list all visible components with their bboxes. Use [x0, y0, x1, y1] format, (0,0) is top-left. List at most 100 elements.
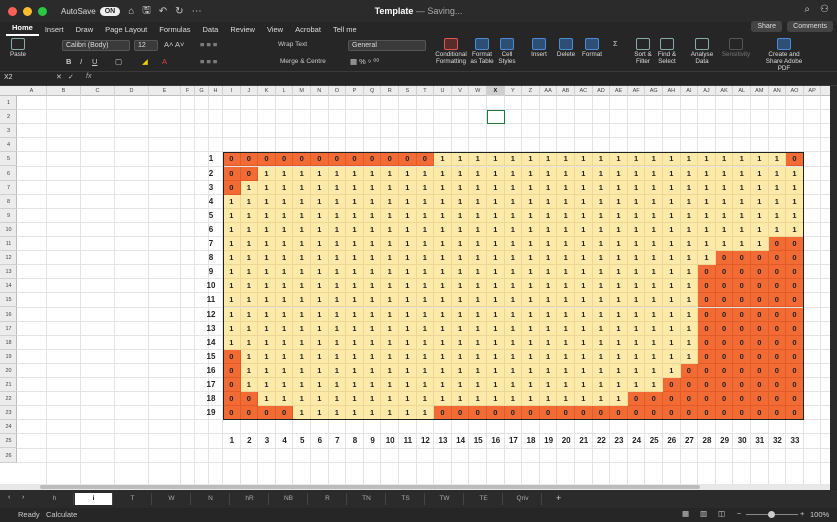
matrix-cell[interactable]: 0 [328, 152, 347, 167]
matrix-cell[interactable]: 1 [645, 307, 663, 322]
matrix-cell[interactable]: 1 [592, 378, 611, 393]
matrix-cell[interactable]: 1 [751, 194, 769, 209]
matrix-cell[interactable]: 1 [522, 307, 540, 322]
matrix-cell[interactable]: 1 [363, 279, 382, 294]
format-as-table-button[interactable]: Format as Table [468, 38, 496, 65]
matrix-cell[interactable]: 1 [645, 349, 663, 364]
matrix-cell[interactable]: 1 [328, 180, 347, 195]
matrix-cell[interactable]: 1 [539, 349, 558, 364]
matrix-cell[interactable]: 0 [680, 363, 699, 378]
row-header-9[interactable]: 9 [0, 209, 17, 223]
matrix-cell[interactable]: 1 [487, 279, 505, 294]
matrix-cell[interactable]: 1 [680, 349, 699, 364]
matrix-cell[interactable]: 1 [557, 166, 575, 181]
matrix-cell[interactable]: 1 [258, 194, 276, 209]
sheet-tab-h[interactable]: h [36, 493, 74, 505]
formula-input[interactable] [100, 74, 825, 84]
matrix-cell[interactable]: 0 [733, 406, 751, 421]
matrix-cell[interactable]: 0 [715, 335, 734, 350]
row-header-8[interactable]: 8 [0, 195, 17, 209]
column-header-AK[interactable]: AK [716, 86, 734, 96]
matrix-cell[interactable]: 0 [645, 406, 663, 421]
matrix-cell[interactable]: 1 [539, 251, 558, 266]
matrix-cell[interactable]: 1 [240, 307, 259, 322]
matrix-cell[interactable]: 1 [487, 152, 505, 167]
column-header-AB[interactable]: AB [557, 86, 575, 96]
matrix-cell[interactable]: 1 [399, 392, 417, 407]
matrix-cell[interactable]: 1 [434, 251, 452, 266]
matrix-cell[interactable]: 1 [680, 307, 699, 322]
matrix-cell[interactable]: 1 [627, 321, 646, 336]
matrix-cell[interactable]: 0 [715, 406, 734, 421]
column-header-AH[interactable]: AH [663, 86, 681, 96]
matrix-cell[interactable]: 0 [680, 406, 699, 421]
matrix-cell[interactable]: 1 [680, 194, 699, 209]
matrix-cell[interactable]: 0 [768, 335, 787, 350]
search-icon[interactable]: ⌕ [804, 4, 810, 15]
font-color-icon[interactable]: A [162, 57, 167, 66]
matrix-cell[interactable]: 0 [223, 180, 241, 195]
matrix-cell[interactable]: 0 [768, 363, 787, 378]
matrix-cell[interactable]: 1 [469, 208, 487, 223]
matrix-cell[interactable]: 1 [434, 307, 452, 322]
matrix-cell[interactable]: 1 [363, 194, 382, 209]
matrix-cell[interactable]: 0 [627, 392, 646, 407]
matrix-cell[interactable]: 1 [645, 166, 663, 181]
matrix-cell[interactable]: 0 [786, 349, 804, 364]
matrix-cell[interactable]: 1 [698, 237, 716, 252]
matrix-cell[interactable]: 1 [416, 166, 435, 181]
column-header-AE[interactable]: AE [610, 86, 628, 96]
matrix-cell[interactable]: 1 [698, 222, 716, 237]
matrix-cell[interactable]: 1 [557, 251, 575, 266]
column-header-F[interactable]: F [181, 86, 195, 96]
matrix-cell[interactable]: 0 [786, 152, 804, 167]
merge-centre-button[interactable]: Merge & Centre [280, 58, 326, 65]
matrix-cell[interactable]: 1 [522, 208, 540, 223]
matrix-cell[interactable]: 1 [645, 279, 663, 294]
matrix-cell[interactable]: 1 [592, 392, 611, 407]
matrix-cell[interactable]: 1 [575, 180, 593, 195]
matrix-cell[interactable]: 1 [522, 194, 540, 209]
matrix-cell[interactable]: 1 [469, 335, 487, 350]
matrix-cell[interactable]: 1 [399, 265, 417, 280]
matrix-cell[interactable]: 1 [275, 378, 294, 393]
matrix-cell[interactable]: 0 [592, 406, 611, 421]
matrix-cell[interactable]: 1 [522, 378, 540, 393]
matrix-cell[interactable]: 0 [698, 279, 716, 294]
matrix-cell[interactable]: 1 [504, 378, 523, 393]
matrix-cell[interactable]: 0 [751, 349, 769, 364]
column-header-J[interactable]: J [241, 86, 259, 96]
matrix-cell[interactable]: 0 [715, 307, 734, 322]
tab-formulas[interactable]: Formulas [153, 25, 196, 36]
matrix-cell[interactable]: 1 [663, 321, 681, 336]
column-header-S[interactable]: S [399, 86, 417, 96]
sort-filter-button[interactable]: Sort & Filter [632, 38, 654, 65]
row-header-21[interactable]: 21 [0, 378, 17, 393]
matrix-cell[interactable]: 1 [663, 349, 681, 364]
matrix-cell[interactable]: 1 [592, 222, 611, 237]
matrix-cell[interactable]: 1 [293, 237, 311, 252]
font-size-select[interactable]: 12 [134, 40, 158, 51]
matrix-cell[interactable]: 1 [715, 180, 734, 195]
matrix-cell[interactable]: 1 [627, 265, 646, 280]
matrix-cell[interactable]: 1 [328, 392, 347, 407]
matrix-cell[interactable]: 0 [698, 265, 716, 280]
matrix-cell[interactable]: 0 [751, 378, 769, 393]
paste-button[interactable]: Paste [6, 38, 30, 58]
insert-cells-button[interactable]: Insert [527, 38, 551, 58]
matrix-cell[interactable]: 1 [504, 194, 523, 209]
matrix-cell[interactable]: 1 [275, 222, 294, 237]
find-select-button[interactable]: Find & Select [656, 38, 678, 65]
matrix-cell[interactable]: 0 [733, 279, 751, 294]
matrix-cell[interactable]: 0 [381, 152, 399, 167]
matrix-cell[interactable]: 1 [715, 152, 734, 167]
wrap-text-button[interactable]: Wrap Text [278, 41, 307, 48]
autosum-icon[interactable]: Σ [613, 39, 618, 48]
row-header-11[interactable]: 11 [0, 237, 17, 252]
matrix-cell[interactable]: 1 [328, 293, 347, 308]
matrix-cell[interactable]: 1 [680, 166, 699, 181]
close-window-button[interactable] [8, 6, 17, 16]
matrix-cell[interactable]: 1 [768, 152, 787, 167]
matrix-cell[interactable]: 1 [610, 279, 628, 294]
matrix-cell[interactable]: 1 [751, 222, 769, 237]
